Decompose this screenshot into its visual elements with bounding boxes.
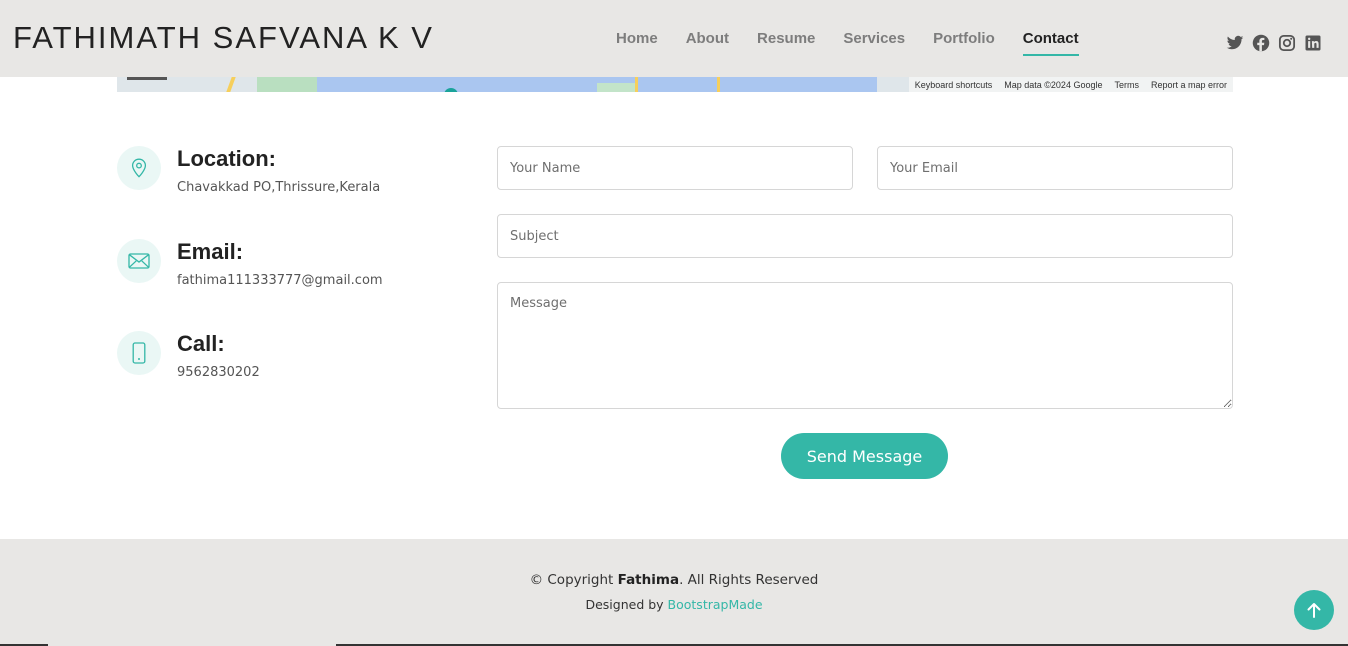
site-header: FATHIMATH SAFVANA K V Home About Resume … <box>0 0 1348 77</box>
nav-portfolio[interactable]: Portfolio <box>933 30 995 47</box>
arrow-up-icon <box>1307 603 1321 618</box>
nav-home[interactable]: Home <box>616 30 658 47</box>
call-text[interactable]: 9562830202 <box>177 365 260 380</box>
map-road <box>635 77 638 92</box>
map-terms-link[interactable]: Terms <box>1114 80 1139 90</box>
map-attribution: Keyboard shortcuts Map data ©2024 Google… <box>908 77 1233 92</box>
site-footer: © Copyright Fathima. All Rights Reserved… <box>0 539 1348 646</box>
social-links <box>1226 34 1330 52</box>
map-data-credit: Map data ©2024 Google <box>1004 79 1103 90</box>
map-pin-icon <box>117 146 161 190</box>
nav-about[interactable]: About <box>686 30 729 47</box>
linkedin-icon[interactable] <box>1304 34 1322 52</box>
email-title: Email: <box>177 239 244 264</box>
copyright-name: Fathima <box>617 572 680 588</box>
location-title: Location: <box>177 146 276 171</box>
map-report-error-link[interactable]: Report a map error <box>1151 80 1227 90</box>
map-park <box>257 77 317 92</box>
nav-contact[interactable]: Contact <box>1022 30 1079 56</box>
map-scale <box>127 77 167 80</box>
back-to-top-button[interactable] <box>1294 590 1334 630</box>
email-text[interactable]: fathima111333777@gmail.com <box>177 273 383 288</box>
twitter-icon[interactable] <box>1226 34 1244 52</box>
map-keyboard-shortcuts[interactable]: Keyboard shortcuts <box>915 80 993 90</box>
facebook-icon[interactable] <box>1252 34 1270 52</box>
call-title: Call: <box>177 331 225 356</box>
credits: Designed by BootstrapMade <box>0 597 1348 612</box>
designer-link[interactable]: BootstrapMade <box>668 597 763 612</box>
map-road <box>226 77 236 92</box>
copyright-suffix: . All Rights Reserved <box>679 572 819 588</box>
envelope-icon <box>117 239 161 283</box>
send-message-button[interactable]: Send Message <box>781 433 948 479</box>
nav-resume[interactable]: Resume <box>757 30 815 47</box>
main-nav: Home About Resume Services Portfolio Con… <box>616 30 1107 56</box>
google-map[interactable]: Keyboard shortcuts Map data ©2024 Google… <box>117 77 1233 92</box>
map-road <box>717 77 720 92</box>
copyright: © Copyright Fathima. All Rights Reserved <box>0 572 1348 588</box>
subject-input[interactable] <box>497 214 1233 258</box>
credits-prefix: Designed by <box>585 597 668 612</box>
map-park <box>597 83 637 92</box>
message-textarea[interactable] <box>497 282 1233 409</box>
location-text: Chavakkad PO,Thrissure,Kerala <box>177 180 381 195</box>
phone-icon <box>117 331 161 375</box>
name-input[interactable] <box>497 146 853 190</box>
nav-services[interactable]: Services <box>843 30 905 47</box>
site-logo[interactable]: FATHIMATH SAFVANA K V <box>13 20 434 56</box>
email-input[interactable] <box>877 146 1233 190</box>
instagram-icon[interactable] <box>1278 34 1296 52</box>
copyright-prefix: © Copyright <box>529 572 618 588</box>
